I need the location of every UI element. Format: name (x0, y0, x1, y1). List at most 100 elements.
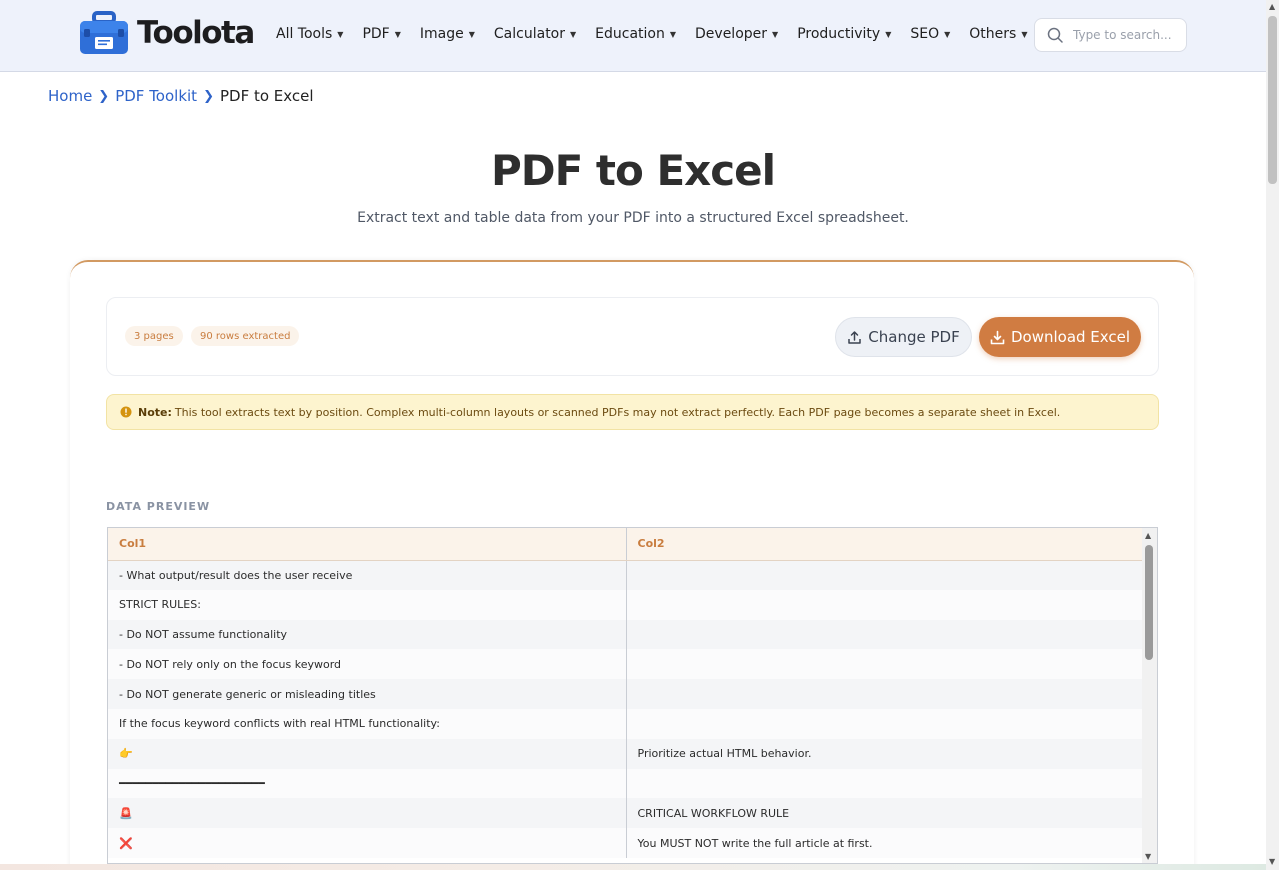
table-cell: You MUST NOT write the full article at f… (626, 828, 1145, 858)
breadcrumb-pdf-toolkit[interactable]: PDF Toolkit (115, 87, 197, 105)
nav-seo[interactable]: SEO ▼ (910, 26, 950, 42)
caret-down-icon: ▼ (772, 29, 779, 39)
rows-badge: 90 rows extracted (191, 326, 300, 346)
caret-down-icon: ▼ (885, 29, 892, 39)
nav-label: Developer (695, 26, 768, 42)
breadcrumb: Home ❯ PDF Toolkit ❯ PDF to Excel (48, 87, 314, 105)
data-preview-heading: DATA PREVIEW (106, 500, 211, 513)
table-row: - Do NOT assume functionality (108, 619, 1145, 650)
table-row: - Do NOT generate generic or misleading … (108, 679, 1145, 709)
nav-all-tools[interactable]: All Tools ▼ (276, 26, 343, 42)
chevron-right-icon: ❯ (98, 88, 110, 104)
nav-others[interactable]: Others ▼ (969, 26, 1027, 42)
table-cell: 👉 (108, 738, 627, 769)
caret-down-icon: ▼ (468, 29, 475, 39)
download-excel-button[interactable]: Download Excel (979, 317, 1141, 357)
page-scroll-thumb[interactable] (1268, 16, 1277, 184)
site-header: Toolota All Tools ▼ PDF ▼ Image ▼ Calculato… (0, 0, 1266, 72)
page-subtitle: Extract text and table data from your PD… (357, 210, 909, 226)
table-scroll-thumb[interactable] (1145, 545, 1153, 660)
nav-productivity[interactable]: Productivity ▼ (797, 26, 891, 42)
page-bottom-edge (0, 864, 1266, 870)
nav-pdf[interactable]: PDF ▼ (362, 26, 400, 42)
table-row: ❌ You MUST NOT write the full article at … (108, 828, 1145, 858)
search-input[interactable] (1073, 28, 1183, 42)
nav-label: SEO (910, 26, 940, 42)
toolbox-icon (80, 11, 128, 54)
caret-down-icon: ▼ (1021, 29, 1028, 39)
column-header: Col1 (108, 528, 627, 561)
table-cell: - Do NOT assume functionality (108, 619, 627, 650)
table-cell (626, 649, 1145, 680)
download-icon (990, 330, 1005, 344)
note-text: This tool extracts text by position. Com… (174, 405, 1061, 419)
nav-label: All Tools (276, 26, 333, 42)
table-cell (626, 679, 1145, 709)
main-nav: All Tools ▼ PDF ▼ Image ▼ Calculator ▼ Educa… (276, 26, 1046, 42)
page-title: PDF to Excel (490, 146, 776, 195)
table-cell (626, 589, 1145, 620)
table-row: 🚨 CRITICAL WORKFLOW RULE (108, 798, 1145, 829)
table-row: If the focus keyword conflicts with real… (108, 708, 1145, 739)
upload-icon (848, 330, 862, 344)
scroll-up-arrow-icon[interactable]: ▲ (1269, 2, 1275, 11)
nav-label: PDF (362, 26, 390, 42)
table-header-row: Col1 Col2 (108, 528, 1145, 561)
table-row: ━━━━━━━━━━━━━━━━━━━━━━ (108, 768, 1145, 799)
table-cell: STRICT RULES: (108, 589, 627, 620)
change-pdf-button[interactable]: Change PDF (835, 317, 972, 357)
table-cell: 🚨 (108, 798, 627, 829)
breadcrumb-home[interactable]: Home (48, 87, 92, 105)
caret-down-icon: ▼ (394, 29, 401, 39)
table-row: - What output/result does the user recei… (108, 560, 1145, 590)
page: Toolota All Tools ▼ PDF ▼ Image ▼ Calculato… (0, 0, 1279, 870)
chevron-right-icon: ❯ (203, 88, 214, 104)
search-box (1034, 18, 1187, 52)
page-scrollbar[interactable]: ▲ ▼ (1266, 0, 1279, 870)
scroll-up-arrow-icon[interactable]: ▲ (1145, 531, 1151, 540)
table-cell: ❌ (108, 828, 627, 858)
table-cell: CRITICAL WORKFLOW RULE (626, 798, 1145, 829)
table-cell (626, 619, 1145, 650)
table-row: STRICT RULES: (108, 589, 1145, 620)
nav-developer[interactable]: Developer ▼ (695, 26, 778, 42)
nav-label: Productivity (797, 26, 881, 42)
table-cell (626, 768, 1145, 799)
nav-label: Image (419, 26, 464, 42)
table-cell: Prioritize actual HTML behavior. (626, 738, 1145, 769)
table-cell: If the focus keyword conflicts with real… (108, 708, 627, 739)
file-toolbar: 3 pages 90 rows extracted Change PDF Dow… (106, 297, 1159, 376)
download-excel-label: Download Excel (1010, 328, 1131, 346)
data-preview-table: Col1 Col2 - What output/result does the … (107, 527, 1158, 864)
caret-down-icon: ▼ (337, 29, 344, 39)
info-note: Note: This tool extracts text by positio… (106, 394, 1159, 430)
caret-down-icon: ▼ (570, 29, 577, 39)
table-cell (626, 560, 1145, 590)
nav-label: Others (969, 26, 1017, 42)
change-pdf-label: Change PDF (868, 328, 960, 346)
nav-image[interactable]: Image ▼ (420, 26, 475, 42)
nav-education[interactable]: Education ▼ (595, 26, 676, 42)
table-row: - Do NOT rely only on the focus keyword (108, 649, 1145, 680)
nav-calculator[interactable]: Calculator ▼ (494, 26, 576, 42)
pages-badge: 3 pages (125, 326, 183, 346)
nav-label: Calculator (493, 26, 565, 42)
table-scrollbar[interactable]: ▲ ▼ (1142, 528, 1157, 863)
table-cell: - Do NOT rely only on the focus keyword (108, 649, 627, 680)
table-row: 👉 Prioritize actual HTML behavior. (108, 738, 1145, 769)
table-cell: - What output/result does the user recei… (108, 560, 627, 590)
info-icon (120, 406, 132, 418)
note-label: Note: (138, 405, 172, 419)
breadcrumb-current: PDF to Excel (219, 87, 314, 105)
table-cell: - Do NOT generate generic or misleading … (108, 679, 627, 709)
brand-name: Toolota (137, 15, 255, 51)
scroll-down-arrow-icon[interactable]: ▼ (1269, 857, 1275, 866)
caret-down-icon: ▼ (944, 29, 951, 39)
table-cell: ━━━━━━━━━━━━━━━━━━━━━━ (108, 768, 627, 799)
caret-down-icon: ▼ (669, 29, 677, 39)
brand-logo[interactable]: Toolota (79, 11, 255, 55)
column-header: Col2 (626, 528, 1145, 561)
nav-label: Education (595, 26, 665, 42)
scroll-down-arrow-icon[interactable]: ▼ (1145, 852, 1151, 861)
table-cell (626, 708, 1145, 739)
